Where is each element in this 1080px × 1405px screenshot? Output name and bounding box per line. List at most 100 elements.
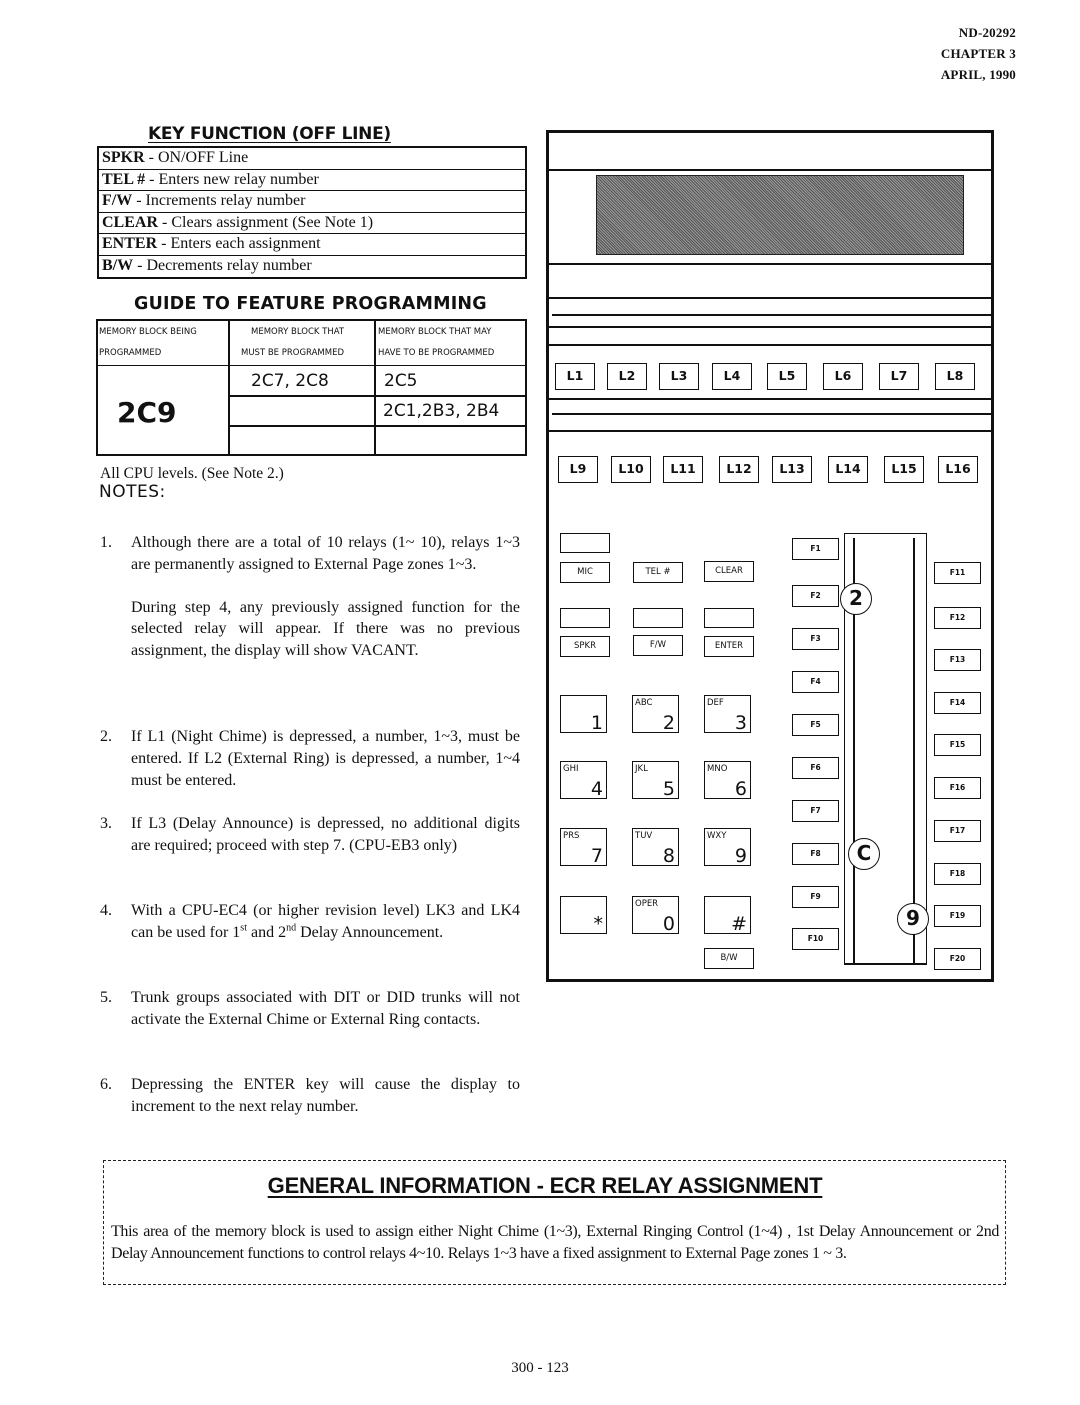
dial-key-letters: PRS [563, 831, 580, 841]
dial-key-letters: GHI [563, 764, 579, 774]
feature-key-f16[interactable]: F16 [934, 777, 981, 799]
blank-key[interactable] [560, 533, 610, 553]
document-header: ND-20292 CHAPTER 3 APRIL, 1990 [941, 22, 1016, 85]
spkr-key[interactable]: SPKR [560, 636, 610, 657]
feature-key-f6[interactable]: F6 [792, 757, 839, 779]
header-line: MUST BE PROGRAMMED [241, 348, 345, 358]
feature-key-f13[interactable]: F13 [934, 649, 981, 671]
dial-key-letters: OPER [635, 899, 659, 909]
line-key-l12[interactable]: L12 [719, 456, 759, 483]
key-function-row: B/W - Decrements relay number [99, 256, 525, 278]
key-description: Decrements relay number [146, 256, 312, 274]
feature-key-f17[interactable]: F17 [934, 820, 981, 842]
dial-key-star[interactable]: * [560, 896, 607, 935]
feature-key-f3[interactable]: F3 [792, 628, 839, 650]
superscript: nd [286, 922, 297, 934]
dial-key-0[interactable]: OPER 0 [632, 896, 679, 935]
feature-key-f14[interactable]: F14 [934, 692, 981, 714]
column-divider [228, 321, 230, 454]
dial-key-letters: WXY [707, 831, 727, 841]
blank-key[interactable] [560, 608, 610, 628]
guide-title: GUIDE TO FEATURE PROGRAMMING [134, 294, 487, 314]
feature-key-f11[interactable]: F11 [934, 562, 981, 584]
feature-key-f2[interactable]: F2 [792, 585, 839, 607]
line-key-l8[interactable]: L8 [935, 363, 975, 390]
clear-key[interactable]: CLEAR [704, 561, 754, 582]
line-key-l9[interactable]: L9 [558, 456, 598, 483]
enter-key[interactable]: ENTER [704, 636, 754, 657]
tel-key[interactable]: TEL # [633, 562, 683, 583]
feature-key-f19[interactable]: F19 [934, 905, 981, 927]
feature-key-f7[interactable]: F7 [792, 800, 839, 822]
callout-2: 2 [840, 583, 872, 615]
key-function-title: KEY FUNCTION (OFF LINE) [148, 124, 391, 144]
header-line: PROGRAMMED [99, 348, 162, 358]
dial-key-7[interactable]: PRS 7 [560, 828, 607, 867]
feature-key-f18[interactable]: F18 [934, 863, 981, 885]
line-key-l4[interactable]: L4 [712, 363, 752, 390]
line-key-l3[interactable]: L3 [659, 363, 699, 390]
line-key-l13[interactable]: L13 [772, 456, 812, 483]
note-number: 2. [100, 728, 112, 745]
feature-key-f15[interactable]: F15 [934, 734, 981, 756]
note-paragraph: If L3 (Delay Announce) is depressed, no … [131, 815, 520, 854]
dial-key-digit: 2 [662, 712, 675, 734]
line-key-l15[interactable]: L15 [884, 456, 924, 483]
bw-key[interactable]: B/W [704, 948, 754, 969]
feature-key-f10[interactable]: F10 [792, 928, 839, 950]
feature-key-f4[interactable]: F4 [792, 671, 839, 693]
feature-key-f9[interactable]: F9 [792, 886, 839, 908]
dial-key-1[interactable]: 1 [560, 695, 607, 734]
line-key-l1[interactable]: L1 [555, 363, 595, 390]
dial-key-6[interactable]: MNO 6 [704, 761, 751, 800]
divider [549, 398, 991, 400]
dial-key-letters: DEF [707, 698, 724, 708]
dial-key-4[interactable]: GHI 4 [560, 761, 607, 800]
line-key-l10[interactable]: L10 [611, 456, 651, 483]
divider [549, 169, 991, 171]
text: Delay Announcement. [296, 923, 444, 941]
dial-key-8[interactable]: TUV 8 [632, 828, 679, 867]
line-key-l6[interactable]: L6 [823, 363, 863, 390]
line-key-l5[interactable]: L5 [767, 363, 807, 390]
dial-key-2[interactable]: ABC 2 [632, 695, 679, 734]
note-number: 6. [100, 1076, 112, 1093]
fw-key[interactable]: F/W [633, 635, 683, 656]
line-key-l11[interactable]: L11 [663, 456, 703, 483]
feature-key-f1[interactable]: F1 [792, 538, 839, 560]
general-info-title: GENERAL INFORMATION - ECR RELAY ASSIGNME… [0, 1173, 1080, 1199]
blank-key[interactable] [704, 608, 754, 628]
key-function-row: ENTER - Enters each assignment [99, 234, 525, 256]
feature-key-f20[interactable]: F20 [934, 948, 981, 970]
feature-key-f8[interactable]: F8 [792, 843, 839, 865]
dial-key-5[interactable]: JKL 5 [632, 761, 679, 800]
dial-key-9[interactable]: WXY 9 [704, 828, 751, 867]
line-key-l14[interactable]: L14 [828, 456, 868, 483]
key-name: F/W [102, 192, 133, 209]
feature-key-f12[interactable]: F12 [934, 607, 981, 629]
lcd-display [596, 175, 964, 255]
note-number: 4. [100, 902, 112, 919]
dial-key-digit: 4 [590, 778, 603, 800]
key-function-row: CLEAR - Clears assignment (See Note 1) [99, 213, 525, 234]
divider [549, 344, 991, 346]
blank-key[interactable] [633, 608, 683, 628]
dial-key-3[interactable]: DEF 3 [704, 695, 751, 734]
guide-header-must: MEMORY BLOCK THAT MUST BE PROGRAMMED [229, 321, 374, 366]
line-key-l7[interactable]: L7 [879, 363, 919, 390]
key-name: B/W [102, 256, 134, 274]
mic-key[interactable]: MIC [560, 562, 610, 583]
dial-key-pound[interactable]: # [704, 896, 751, 935]
dial-key-digit: 9 [734, 845, 747, 867]
note-item: 5. Trunk groups associated with DIT or D… [100, 987, 520, 1031]
guide-table: MEMORY BLOCK BEING PROGRAMMED MEMORY BLO… [96, 319, 527, 456]
separator: - [158, 213, 172, 231]
guide-header-programmed: MEMORY BLOCK BEING PROGRAMMED [98, 321, 228, 366]
line-key-l16[interactable]: L16 [938, 456, 978, 483]
note-item: 4. With a CPU-EC4 (or higher revision le… [100, 900, 520, 944]
note-item: 3. If L3 (Delay Announce) is depressed, … [100, 813, 520, 857]
note-number: 3. [100, 815, 112, 832]
dial-key-digit: 3 [734, 712, 747, 734]
line-key-l2[interactable]: L2 [607, 363, 647, 390]
feature-key-f5[interactable]: F5 [792, 714, 839, 736]
